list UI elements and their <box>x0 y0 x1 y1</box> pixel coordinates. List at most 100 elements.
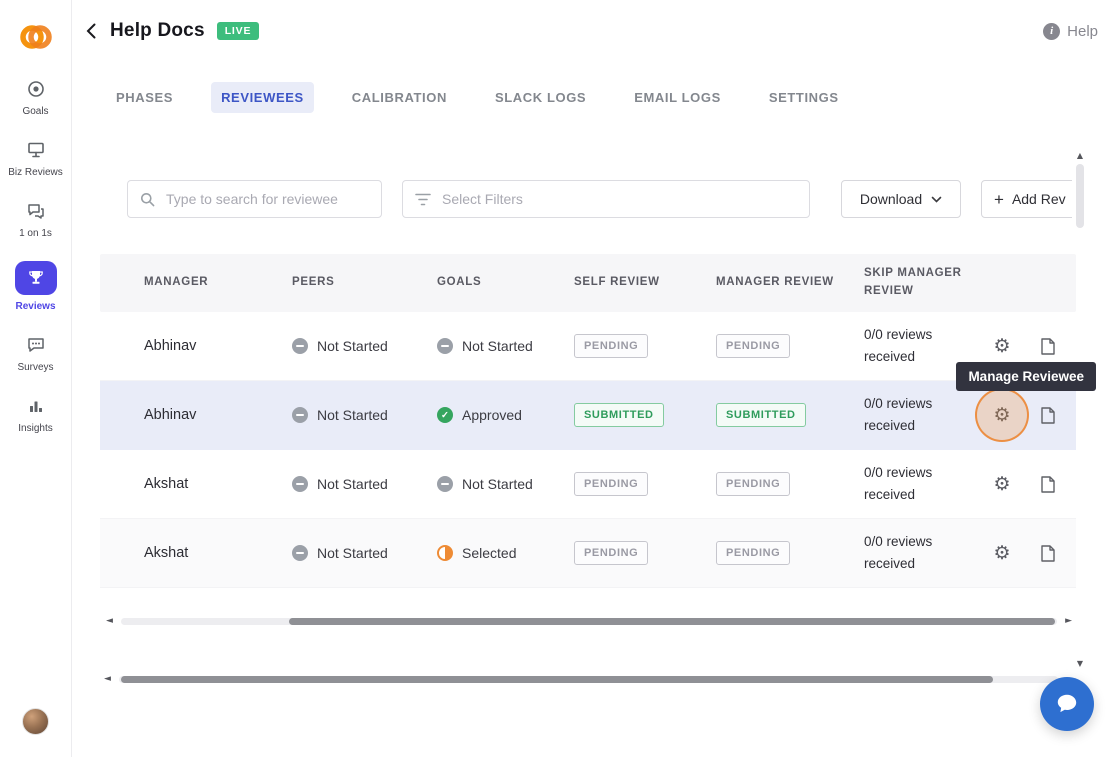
chat-launcher-button[interactable] <box>1040 677 1094 731</box>
info-icon: i <box>1043 22 1061 40</box>
sidebar-item-label: Insights <box>18 423 53 434</box>
manage-reviewee-gear-icon[interactable]: ⚙ <box>990 472 1014 496</box>
live-status-badge: LIVE <box>216 22 260 40</box>
back-button[interactable] <box>80 19 102 43</box>
goals-target-icon <box>26 78 46 100</box>
page-horizontal-scrollbar[interactable]: ◄ <box>104 673 1066 686</box>
sidebar-item-one-on-ones[interactable]: 1 on 1s <box>3 200 69 240</box>
filters-input[interactable] <box>440 190 797 208</box>
manager-review-status-badge: PENDING <box>716 334 791 358</box>
sidebar-item-reviews[interactable]: Reviews <box>3 261 69 313</box>
scrollbar-track[interactable] <box>120 618 1058 625</box>
manager-review-status-badge: PENDING <box>716 541 791 565</box>
scroll-up-arrow-icon[interactable]: ▲ <box>1077 152 1083 160</box>
peers-status-icon <box>292 338 308 354</box>
goals-status-cell: Not Started <box>437 338 574 354</box>
sidebar-item-label: 1 on 1s <box>19 228 52 239</box>
self-review-cell: PENDING <box>574 541 716 565</box>
chat-bubble-icon <box>1057 694 1077 713</box>
goals-status-cell: Not Started <box>437 476 574 492</box>
filters-field[interactable] <box>402 180 810 218</box>
help-button[interactable]: i Help <box>1043 22 1098 40</box>
report-document-icon[interactable] <box>1036 541 1060 565</box>
tab-calibration[interactable]: CALIBRATION <box>342 82 457 113</box>
sidebar-item-insights[interactable]: Insights <box>3 395 69 435</box>
skip-manager-review-cell: 0/0 reviews received <box>864 533 933 571</box>
manager-review-cell: PENDING <box>716 334 864 358</box>
reviews-trophy-icon <box>14 261 57 295</box>
goals-status-icon <box>437 407 453 423</box>
row-report-cell <box>1036 334 1076 358</box>
scrollbar-thumb[interactable] <box>120 676 993 683</box>
download-button[interactable]: Download <box>841 180 961 218</box>
peers-status-cell: Not Started <box>292 476 437 492</box>
tab-reviewees[interactable]: REVIEWEES <box>211 82 314 113</box>
self-review-cell: PENDING <box>574 334 716 358</box>
self-review-cell: PENDING <box>574 472 716 496</box>
peers-status-label: Not Started <box>317 545 388 561</box>
sidebar-item-surveys[interactable]: Surveys <box>3 334 69 374</box>
column-header-peers: PEERS <box>292 276 335 289</box>
logo-icon <box>19 25 52 49</box>
sidebar-nav: Goals Biz Reviews 1 on 1s Reviews Survey… <box>3 78 69 435</box>
scroll-down-arrow-icon[interactable]: ▼ <box>1077 660 1083 668</box>
row-report-cell <box>1036 403 1076 427</box>
tab-phases[interactable]: PHASES <box>106 82 183 113</box>
manager-cell: Abhinav <box>144 407 197 423</box>
row-actions-cell: ⚙ <box>990 334 1036 358</box>
app-logo[interactable] <box>18 20 54 54</box>
reviewee-search-field[interactable] <box>127 180 382 218</box>
add-reviewee-button[interactable]: + Add Rev <box>981 180 1076 218</box>
tab-email-logs[interactable]: EMAIL LOGS <box>624 82 731 113</box>
scrollbar-thumb[interactable] <box>1076 164 1084 228</box>
reviewee-search-input[interactable] <box>164 190 369 208</box>
report-document-icon[interactable] <box>1036 472 1060 496</box>
scroll-right-arrow-icon[interactable]: ► <box>1065 617 1072 626</box>
manage-reviewee-gear-icon[interactable]: ⚙ <box>975 388 1029 442</box>
surveys-bubble-icon <box>26 334 46 356</box>
plus-icon: + <box>994 189 1004 209</box>
reviewees-table: MANAGER PEERS GOALS SELF REVIEW MANAGER … <box>100 254 1096 588</box>
manager-cell: Abhinav <box>144 338 197 354</box>
manage-reviewee-gear-icon[interactable]: ⚙ <box>990 541 1014 565</box>
scroll-left-arrow-icon[interactable]: ◄ <box>106 617 113 626</box>
scrollbar-track[interactable] <box>1076 164 1084 656</box>
row-report-cell <box>1036 541 1076 565</box>
table-row: Abhinav Not Started Not Started PENDING … <box>100 312 1076 381</box>
self-review-status-badge: PENDING <box>574 334 649 358</box>
column-header-skip-manager-review: SKIP MANAGER REVIEW <box>864 267 962 297</box>
search-icon <box>141 192 155 206</box>
sidebar-item-biz-reviews[interactable]: Biz Reviews <box>3 139 69 179</box>
scrollbar-track[interactable] <box>118 676 1058 683</box>
scrollbar-thumb[interactable] <box>288 618 1056 625</box>
report-document-icon[interactable] <box>1036 403 1060 427</box>
tab-settings[interactable]: SETTINGS <box>759 82 849 113</box>
skip-manager-review-cell: 0/0 reviews received <box>864 395 933 433</box>
peers-status-cell: Not Started <box>292 545 437 561</box>
row-actions-cell: ⚙ <box>990 541 1036 565</box>
peers-status-icon <box>292 407 308 423</box>
row-actions-cell: ⚙ <box>990 472 1036 496</box>
table-horizontal-scrollbar[interactable]: ◄ ► <box>106 615 1072 628</box>
row-actions-cell: ⚙ Manage Reviewee <box>956 362 1096 442</box>
sidebar-item-goals[interactable]: Goals <box>3 78 69 118</box>
peers-status-label: Not Started <box>317 407 388 423</box>
goals-status-label: Not Started <box>462 338 533 354</box>
table-body: Abhinav Not Started Not Started PENDING … <box>100 312 1096 588</box>
row-report-cell <box>1036 472 1076 496</box>
report-document-icon[interactable] <box>1036 334 1060 358</box>
manager-review-status-badge: SUBMITTED <box>716 403 806 427</box>
peers-status-cell: Not Started <box>292 338 437 354</box>
goals-status-cell: Approved <box>437 407 574 423</box>
one-on-one-chat-icon <box>26 200 46 222</box>
user-avatar[interactable] <box>22 708 49 735</box>
scroll-left-arrow-icon[interactable]: ◄ <box>104 675 111 684</box>
page-title: Help Docs <box>110 20 205 41</box>
sidebar: Goals Biz Reviews 1 on 1s Reviews Survey… <box>0 0 72 757</box>
goals-status-label: Not Started <box>462 476 533 492</box>
manager-review-cell: PENDING <box>716 541 864 565</box>
manage-reviewee-gear-icon[interactable]: ⚙ <box>990 334 1014 358</box>
tab-bar: PHASES REVIEWEES CALIBRATION SLACK LOGS … <box>106 82 849 113</box>
tab-slack-logs[interactable]: SLACK LOGS <box>485 82 596 113</box>
help-label: Help <box>1067 22 1098 40</box>
